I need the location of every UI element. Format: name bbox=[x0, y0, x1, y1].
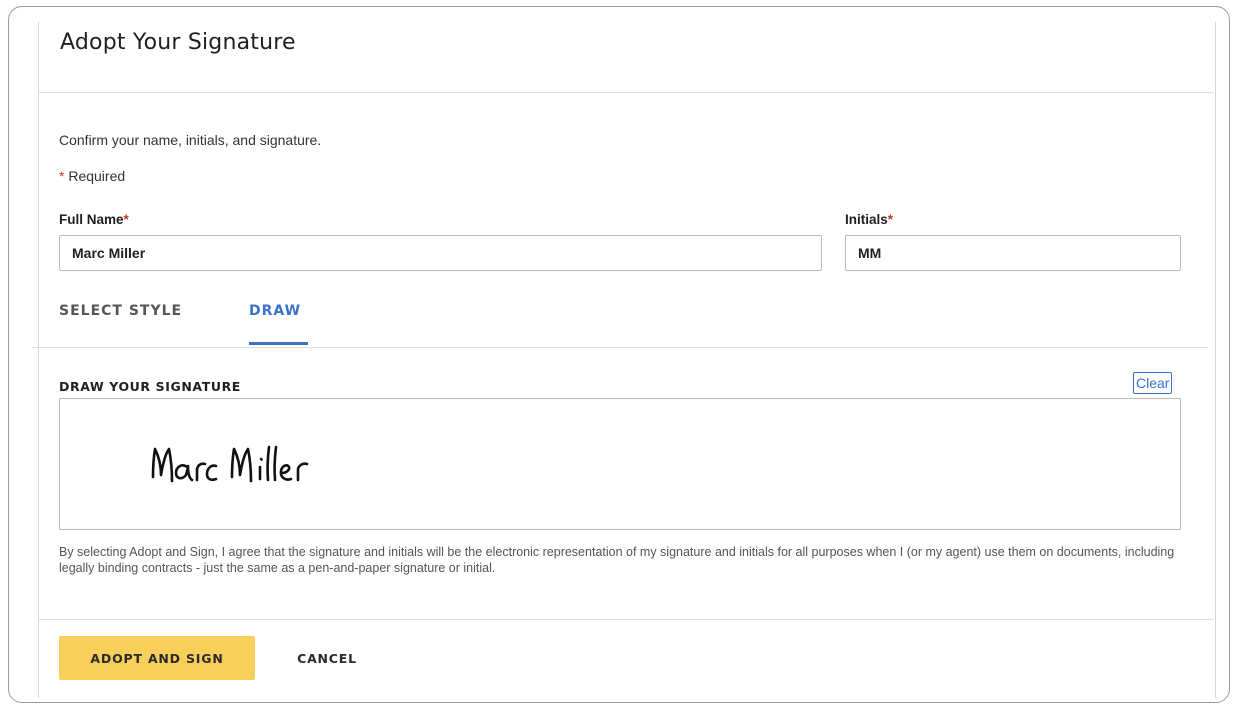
initials-input[interactable] bbox=[845, 235, 1181, 271]
draw-signature-label: DRAW YOUR SIGNATURE bbox=[59, 379, 241, 394]
adopt-and-sign-button[interactable]: ADOPT AND SIGN bbox=[59, 636, 255, 680]
tab-select-style[interactable]: SELECT STYLE bbox=[59, 303, 182, 319]
initials-label-text: Initials bbox=[845, 212, 888, 227]
footer-divider bbox=[39, 619, 1214, 620]
required-note: * Required bbox=[59, 168, 125, 184]
dialog-title: Adopt Your Signature bbox=[60, 30, 296, 55]
required-label: Required bbox=[64, 168, 126, 184]
full-name-required-star: * bbox=[123, 212, 129, 227]
header-divider bbox=[39, 92, 1214, 93]
signature-pad[interactable] bbox=[59, 398, 1181, 530]
cancel-button[interactable]: CANCEL bbox=[278, 636, 376, 680]
handwritten-signature bbox=[151, 445, 309, 483]
tabs-divider bbox=[32, 347, 1208, 348]
initials-required-star: * bbox=[887, 212, 894, 227]
confirm-instructions: Confirm your name, initials, and signatu… bbox=[59, 132, 322, 148]
initials-label: Initials* bbox=[845, 212, 893, 227]
full-name-input[interactable] bbox=[59, 235, 822, 271]
tab-draw[interactable]: DRAW bbox=[249, 303, 301, 319]
signature-dialog bbox=[38, 22, 1216, 698]
active-tab-indicator bbox=[249, 342, 308, 345]
full-name-label-text: Full Name bbox=[59, 212, 124, 227]
full-name-label: Full Name* bbox=[59, 212, 129, 227]
legal-disclaimer: By selecting Adopt and Sign, I agree tha… bbox=[59, 545, 1175, 575]
clear-link[interactable]: Clear bbox=[1133, 372, 1173, 394]
